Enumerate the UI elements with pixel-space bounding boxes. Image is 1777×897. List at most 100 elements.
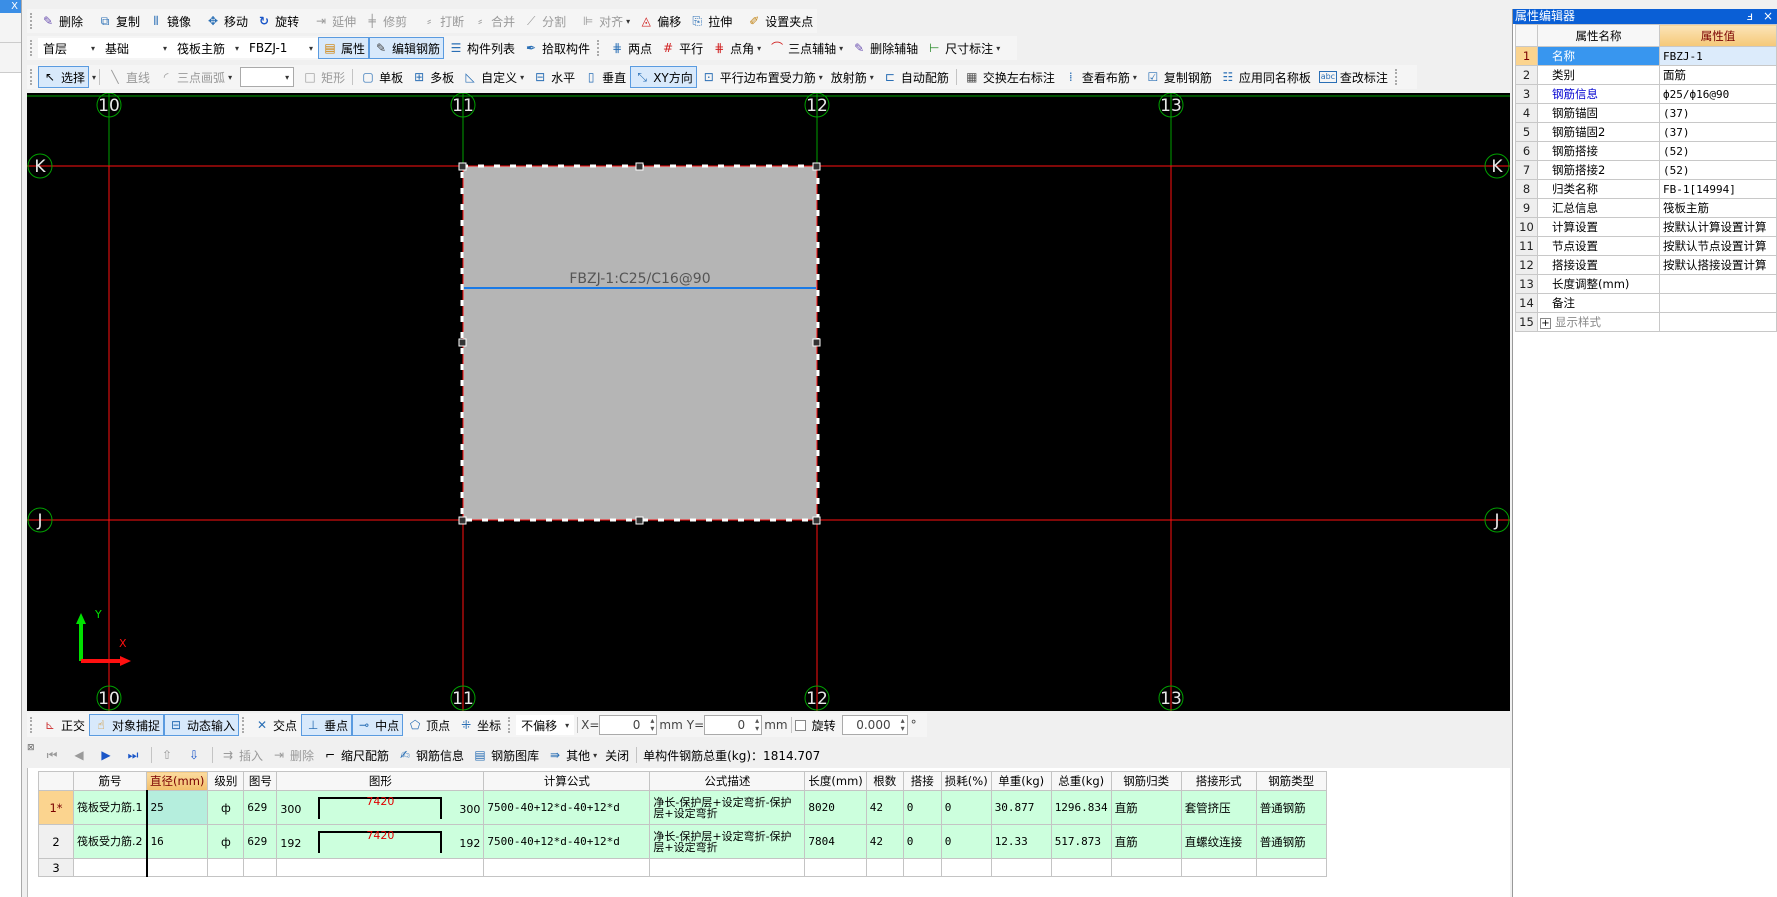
toolbar-grip[interactable]: [30, 717, 34, 733]
property-value[interactable]: 筏板主筋: [1659, 198, 1777, 218]
property-value[interactable]: (37): [1659, 103, 1777, 123]
parallel-edge-button[interactable]: ⊡ 平行边布置受力筋 ▾: [697, 66, 827, 88]
property-name-expandable[interactable]: + 显示样式: [1537, 312, 1660, 332]
cell-diameter[interactable]: 25: [145, 790, 209, 825]
property-value[interactable]: [1659, 274, 1777, 294]
stretch-button[interactable]: ⎘ 拉伸: [685, 10, 736, 32]
cell-unit-weight[interactable]: 30.877: [990, 790, 1052, 825]
table-row[interactable]: 2 筏板受力筋.2 16 ф 629 192 7420 192 7500-40+12…: [38, 824, 1327, 859]
toolbar-grip[interactable]: [30, 40, 34, 56]
component-list-button[interactable]: ☰ 构件列表: [444, 37, 519, 59]
dynamic-input-button[interactable]: ⊟ 动态输入: [164, 714, 240, 736]
radial-button[interactable]: 放射筋 ▾: [827, 66, 878, 88]
col-header[interactable]: 图形: [276, 771, 485, 791]
toolbar-grip[interactable]: [30, 13, 32, 29]
col-header[interactable]: 筋号: [73, 771, 147, 791]
copy-button[interactable]: ⧉ 复制: [93, 10, 144, 32]
drawing-canvas[interactable]: FBZJ-1:C25/C16@90 10 11 12 13 10 11 12 1…: [27, 93, 1510, 711]
break-button[interactable]: ⸗ 打断: [417, 10, 468, 32]
grip-handle[interactable]: [458, 162, 467, 171]
rotate-checkbox[interactable]: [794, 719, 806, 731]
col-header[interactable]: 搭接: [902, 771, 942, 791]
empty-cell[interactable]: [73, 858, 147, 877]
delete-axis-button[interactable]: ✎ 删除辅轴: [847, 37, 922, 59]
set-grip-button[interactable]: ✐ 设置夹点: [742, 10, 817, 32]
coordinate-snap-button[interactable]: ⁜ 坐标: [454, 714, 505, 736]
property-row[interactable]: 5 钢筋锚固2 (37): [1515, 122, 1777, 142]
property-row[interactable]: 12 搭接设置 按默认搭接设置计算: [1515, 255, 1777, 275]
cell-length[interactable]: 8020: [804, 790, 867, 825]
col-header[interactable]: 图号: [243, 771, 278, 791]
empty-cell[interactable]: [1050, 858, 1112, 877]
col-header[interactable]: 公式描述: [649, 771, 806, 791]
two-point-axis-button[interactable]: ⋕ 两点: [605, 37, 656, 59]
property-row[interactable]: 2 类别 面筋: [1515, 65, 1777, 85]
empty-cell[interactable]: [276, 858, 485, 877]
property-value[interactable]: [1659, 293, 1777, 313]
empty-cell[interactable]: [990, 858, 1052, 877]
cell-grade[interactable]: ф: [207, 790, 245, 825]
col-header[interactable]: 钢筋归类: [1110, 771, 1182, 791]
empty-cell[interactable]: [207, 858, 245, 877]
empty-cell[interactable]: [145, 858, 209, 877]
parallel-axis-button[interactable]: # 平行: [656, 37, 707, 59]
property-row[interactable]: 15 + 显示样式: [1515, 312, 1777, 332]
close-grid-button[interactable]: 关闭: [601, 744, 633, 766]
toolbar-grip[interactable]: [508, 717, 512, 733]
delete-button[interactable]: ✎ 删除: [36, 10, 87, 32]
cell-grade[interactable]: ф: [207, 824, 245, 859]
table-row[interactable]: 1* 筏板受力筋.1 25 ф 629 300 7420 300 7500-40+1…: [38, 790, 1327, 825]
rotate-button[interactable]: ↻ 旋转: [252, 10, 303, 32]
arc-button[interactable]: ◜ 三点画弧 ▾: [154, 66, 236, 88]
col-header[interactable]: 计算公式: [483, 771, 651, 791]
grip-handle[interactable]: [458, 516, 467, 525]
vertical-button[interactable]: ▯ 垂直: [579, 66, 630, 88]
cell-loss[interactable]: 0: [940, 824, 992, 859]
cell-rebar-type[interactable]: 普通钢筋: [1255, 790, 1327, 825]
row-number[interactable]: 3: [38, 858, 74, 877]
object-snap-button[interactable]: ☝ 对象捕捉: [89, 714, 165, 736]
property-row[interactable]: 10 计算设置 按默认计算设置计算: [1515, 217, 1777, 237]
view-layout-button[interactable]: ⁞ 查看布筋 ▾: [1059, 66, 1141, 88]
move-button[interactable]: ✥ 移动: [201, 10, 252, 32]
rebar-library-button[interactable]: ▤ 钢筋图库: [468, 744, 543, 766]
pin-icon[interactable]: ⅎ: [1747, 9, 1753, 23]
property-value[interactable]: (37): [1659, 122, 1777, 142]
rotate-angle-input[interactable]: 0.000 ▴ ▾: [841, 715, 908, 735]
left-panel-close-button[interactable]: X: [0, 0, 21, 13]
spinner-icon[interactable]: ▴ ▾: [755, 717, 759, 733]
col-header[interactable]: 直径(mm): [145, 771, 209, 791]
property-row[interactable]: 3 钢筋信息 ф25/ф16@90: [1515, 84, 1777, 104]
cell-bar-name[interactable]: 筏板受力筋.1: [73, 790, 147, 825]
swap-label-button[interactable]: ▦ 交换左右标注: [960, 66, 1059, 88]
other-button[interactable]: ⇛ 其他 ▾: [543, 744, 601, 766]
cell-unit-weight[interactable]: 12.33: [990, 824, 1052, 859]
cell-rebar-class[interactable]: 直筋: [1110, 824, 1182, 859]
y-coordinate-input[interactable]: 0 ▴ ▾: [704, 715, 763, 735]
empty-cell[interactable]: [940, 858, 992, 877]
cell-formula[interactable]: 7500-40+12*d-40+12*d: [483, 824, 651, 859]
auto-rebar-button[interactable]: ⊏ 自动配筋: [878, 66, 953, 88]
empty-cell[interactable]: [1110, 858, 1182, 877]
toolbar-grip[interactable]: [597, 40, 601, 56]
next-record-button[interactable]: ▶: [94, 744, 121, 766]
first-record-button[interactable]: ⏮: [40, 744, 67, 766]
empty-cell[interactable]: [243, 858, 278, 877]
last-record-button[interactable]: ⏭: [121, 744, 148, 766]
empty-cell[interactable]: [1255, 858, 1327, 877]
pick-component-button[interactable]: ✒ 拾取构件: [519, 37, 594, 59]
property-value[interactable]: [1659, 312, 1777, 332]
property-value[interactable]: 按默认计算设置计算: [1659, 217, 1777, 237]
property-value[interactable]: (52): [1659, 141, 1777, 161]
property-value[interactable]: 按默认搭接设置计算: [1659, 255, 1777, 275]
empty-cell[interactable]: [865, 858, 904, 877]
rebar-info-button[interactable]: ✍ 钢筋信息: [393, 744, 468, 766]
table-row-empty[interactable]: 3: [38, 858, 1327, 877]
col-header[interactable]: 总重(kg): [1050, 771, 1112, 791]
cell-count[interactable]: 42: [865, 824, 904, 859]
property-value[interactable]: 按默认节点设置计算: [1659, 236, 1777, 256]
property-row[interactable]: 1 名称 FBZJ-1: [1515, 46, 1777, 66]
property-row[interactable]: 6 钢筋搭接 (52): [1515, 141, 1777, 161]
horizontal-button[interactable]: ⊟ 水平: [528, 66, 579, 88]
property-value[interactable]: (52): [1659, 160, 1777, 180]
